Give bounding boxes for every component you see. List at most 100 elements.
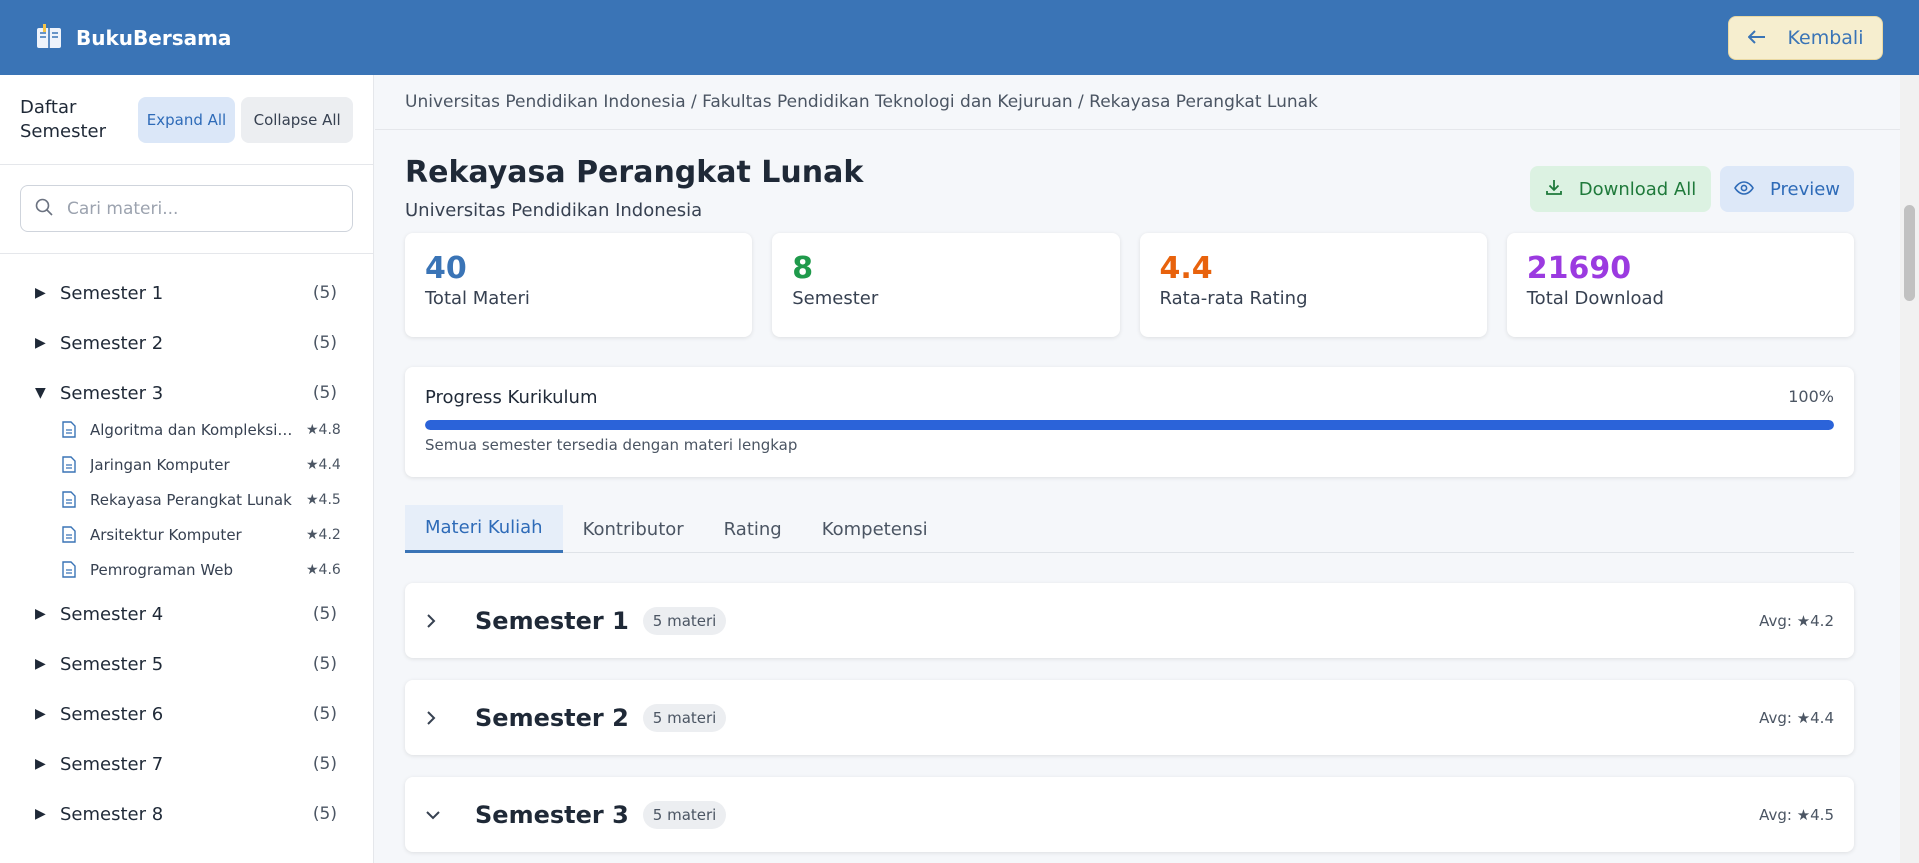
search-box [20, 185, 353, 232]
document-icon [62, 421, 90, 438]
semester-count: (5) [312, 383, 337, 403]
sidebar: Daftar Semester Expand All Collapse All … [0, 75, 374, 863]
semester-label: Semester 7 [60, 753, 164, 775]
material-item[interactable]: Pemrograman Web ★4.6 [0, 552, 373, 587]
chevron-right-icon [425, 710, 475, 726]
caret-right-icon: ▶ [35, 656, 46, 672]
semester-label: Semester 4 [60, 603, 164, 625]
stats-row: 40 Total Materi 8 Semester 4.4 Rata-rata… [405, 233, 1854, 337]
brand-name: BukuBersama [76, 25, 232, 50]
stat-value: 21690 [1526, 251, 1632, 286]
sidebar-title: Daftar Semester [20, 96, 107, 142]
semester-count: (5) [312, 754, 337, 774]
progress-fill [425, 420, 1834, 430]
sidebar-item-semester-1[interactable]: ▶ Semester 1 (5) [0, 268, 373, 318]
caret-right-icon: ▶ [35, 335, 46, 351]
search-input[interactable] [67, 198, 338, 219]
scrollbar-thumb[interactable] [1904, 205, 1915, 301]
tab-materi-kuliah[interactable]: Materi Kuliah [405, 505, 563, 553]
semester-card[interactable]: Semester 2 5 materi Avg: ★4.4 [405, 680, 1854, 755]
semester-card-title: Semester 2 [475, 703, 629, 732]
document-icon [62, 526, 90, 543]
scrollbar[interactable] [1900, 75, 1919, 863]
page-subtitle: Universitas Pendidikan Indonesia [405, 200, 703, 221]
tab-kompetensi[interactable]: Kompetensi [802, 505, 948, 553]
stat-label: Semester [792, 288, 879, 309]
material-rating: ★4.8 [306, 421, 341, 438]
sidebar-item-semester-8[interactable]: ▶ Semester 8 (5) [0, 789, 373, 839]
sidebar-header: Daftar Semester Expand All Collapse All [0, 75, 373, 165]
stat-label: Rata-rata Rating [1159, 288, 1308, 309]
semester-count: (5) [312, 804, 337, 824]
download-icon [1545, 178, 1563, 201]
stat-card-rating: 4.4 Rata-rata Rating [1139, 233, 1487, 337]
stat-value: 4.4 [1159, 251, 1213, 286]
preview-button[interactable]: Preview [1720, 166, 1854, 212]
sidebar-item-semester-2[interactable]: ▶ Semester 2 (5) [0, 318, 373, 368]
materi-count-badge: 5 materi [642, 703, 727, 732]
semester-label: Semester 2 [60, 332, 164, 354]
material-name: Jaringan Komputer [90, 455, 230, 474]
material-name: Algoritma dan Kompleksitas [90, 420, 298, 439]
semester-card[interactable]: Semester 3 5 materi Avg: ★4.5 [405, 777, 1854, 852]
chevron-right-icon [425, 613, 475, 629]
download-all-label: Download All [1578, 178, 1697, 200]
stat-label: Total Materi [425, 288, 530, 309]
collapse-all-button[interactable]: Collapse All [241, 96, 353, 143]
stat-card-total-download: 21690 Total Download [1506, 233, 1854, 337]
caret-down-icon: ▼ [35, 385, 46, 401]
top-header: BukuBersama Kembali [0, 0, 1919, 75]
average-rating: Avg: ★4.5 [1759, 805, 1834, 824]
semester-count: (5) [312, 654, 337, 674]
semester-3-materials: Algoritma dan Kompleksitas ★4.8 Jaringan… [0, 412, 373, 589]
caret-right-icon: ▶ [35, 756, 46, 772]
average-rating: Avg: ★4.4 [1759, 708, 1834, 727]
download-all-button[interactable]: Download All [1530, 166, 1711, 212]
semester-label: Semester 3 [60, 382, 164, 404]
main-content: Universitas Pendidikan Indonesia / Fakul… [375, 75, 1919, 863]
arrow-left-icon [1747, 27, 1766, 49]
sidebar-item-semester-6[interactable]: ▶ Semester 6 (5) [0, 689, 373, 739]
progress-percent: 100% [1788, 387, 1834, 406]
sidebar-item-semester-7[interactable]: ▶ Semester 7 (5) [0, 739, 373, 789]
sidebar-item-semester-3[interactable]: ▼ Semester 3 (5) [0, 368, 373, 418]
stat-label: Total Download [1526, 288, 1664, 309]
semester-card[interactable]: Semester 1 5 materi Avg: ★4.2 [405, 583, 1854, 658]
material-item[interactable]: Jaringan Komputer ★4.4 [0, 447, 373, 482]
material-name: Pemrograman Web [90, 560, 234, 579]
book-icon [34, 23, 64, 52]
expand-all-button[interactable]: Expand All [137, 96, 236, 143]
material-rating: ★4.5 [306, 491, 341, 508]
stat-card-total-materi: 40 Total Materi [405, 233, 753, 337]
progress-note: Semua semester tersedia dengan materi le… [425, 436, 798, 454]
caret-right-icon: ▶ [35, 285, 46, 301]
sidebar-item-semester-4[interactable]: ▶ Semester 4 (5) [0, 589, 373, 639]
page-title: Rekayasa Perangkat Lunak [405, 155, 864, 190]
back-button[interactable]: Kembali [1728, 15, 1883, 60]
semester-count: (5) [312, 604, 337, 624]
semester-count: (5) [312, 283, 337, 303]
progress-card: Progress Kurikulum 100% Semua semester t… [405, 367, 1854, 477]
progress-label: Progress Kurikulum [425, 387, 598, 408]
progress-track [425, 420, 1834, 430]
caret-right-icon: ▶ [35, 806, 46, 822]
search-icon [35, 198, 53, 220]
sidebar-item-semester-5[interactable]: ▶ Semester 5 (5) [0, 639, 373, 689]
chevron-down-icon [425, 809, 475, 821]
document-icon [62, 456, 90, 473]
stat-value: 40 [425, 251, 467, 286]
materi-count-badge: 5 materi [642, 606, 727, 635]
material-item[interactable]: Algoritma dan Kompleksitas ★4.8 [0, 412, 373, 447]
semester-card-title: Semester 3 [475, 800, 629, 829]
preview-label: Preview [1769, 178, 1841, 200]
material-item[interactable]: Arsitektur Komputer ★4.2 [0, 517, 373, 552]
stat-card-semester: 8 Semester [772, 233, 1120, 337]
material-item[interactable]: Rekayasa Perangkat Lunak ★4.5 [0, 482, 373, 517]
document-icon [62, 491, 90, 508]
tab-kontributor[interactable]: Kontributor [563, 505, 704, 553]
eye-icon [1734, 179, 1754, 200]
brand[interactable]: BukuBersama [34, 23, 232, 52]
document-icon [62, 561, 90, 578]
semester-label: Semester 5 [60, 653, 164, 675]
tab-rating[interactable]: Rating [704, 505, 802, 553]
